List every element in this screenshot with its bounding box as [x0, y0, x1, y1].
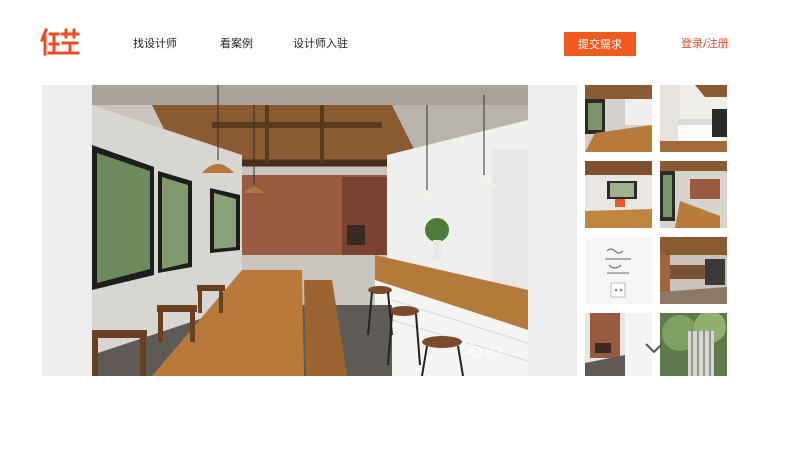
thumbnail-image: [585, 237, 652, 304]
thumbnail[interactable]: [660, 85, 727, 152]
thumbnail[interactable]: [585, 85, 652, 152]
thumbnail[interactable]: [660, 161, 727, 228]
thumbnail-image: [585, 161, 652, 228]
logo-mark-icon: [40, 28, 80, 56]
interior-photo: 住艺: [92, 85, 528, 376]
brand-logo[interactable]: [40, 28, 80, 56]
thumbnail-image: [585, 85, 652, 152]
thumbnail[interactable]: [585, 237, 652, 304]
thumbnail[interactable]: [585, 161, 652, 228]
thumbnail-image: [660, 237, 727, 304]
thumbnail-image: [660, 313, 727, 376]
chevron-down-icon[interactable]: [644, 340, 664, 354]
submit-request-button[interactable]: 提交需求: [564, 32, 636, 56]
watermark-text: 住艺: [485, 345, 505, 358]
thumbnail[interactable]: [660, 237, 727, 304]
thumbnail-strip[interactable]: [585, 85, 729, 376]
nav-view-cases[interactable]: 看案例: [220, 36, 253, 52]
main-photo[interactable]: 住艺: [92, 85, 528, 376]
thumbnail-image: [660, 85, 727, 152]
nav-find-designer[interactable]: 找设计师: [133, 36, 177, 52]
login-register-link[interactable]: 登录/注册: [681, 36, 729, 52]
thumbnail[interactable]: [585, 313, 652, 376]
thumbnail[interactable]: [660, 313, 727, 376]
nav-designer-join[interactable]: 设计师入驻: [293, 36, 348, 52]
thumbnail-image: [660, 161, 727, 228]
thumbnail-image: [585, 313, 652, 376]
